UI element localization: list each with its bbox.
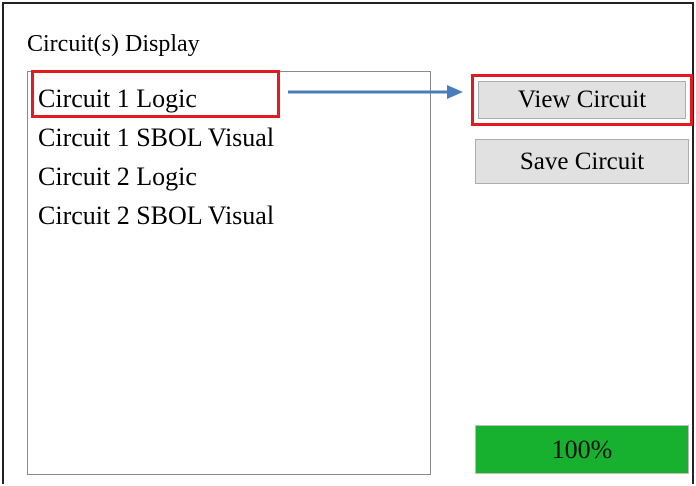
list-item-circuit-2-sbol-visual[interactable]: Circuit 2 SBOL Visual [38, 198, 274, 234]
list-item-circuit-1-sbol-visual[interactable]: Circuit 1 SBOL Visual [38, 120, 274, 156]
progress-label: 100% [551, 435, 613, 464]
list-item-circuit-2-logic[interactable]: Circuit 2 Logic [38, 159, 197, 195]
circuit-listbox[interactable]: Circuit 1 Logic Circuit 1 SBOL Visual Ci… [27, 71, 431, 475]
arrow-head [447, 85, 463, 99]
group-title: Circuit(s) Display [27, 31, 200, 57]
selected-item-highlight [31, 70, 280, 118]
save-circuit-button[interactable]: Save Circuit [475, 139, 689, 184]
progress-bar: 100% [475, 425, 689, 474]
circuit-display-panel: Circuit(s) Display Circuit 1 Logic Circu… [2, 2, 694, 484]
view-circuit-button[interactable]: View Circuit [478, 81, 686, 119]
